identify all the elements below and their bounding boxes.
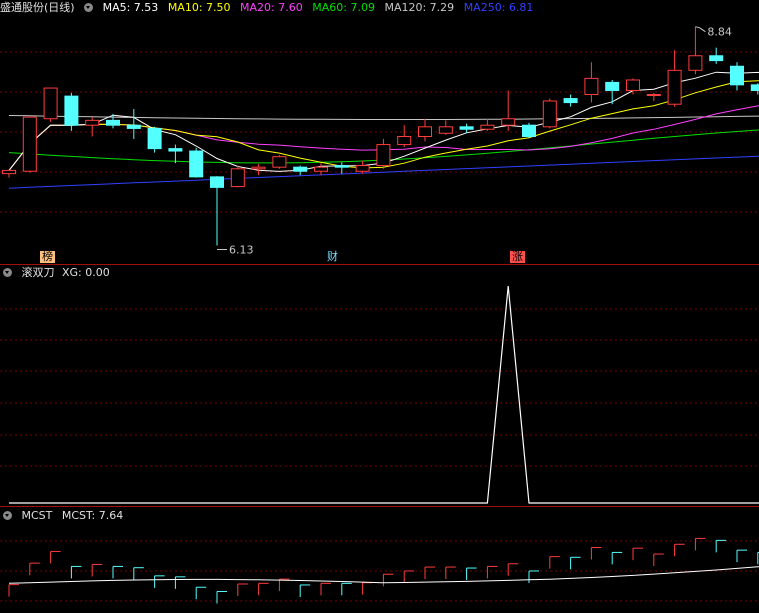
low-price-label: 6.13: [229, 244, 254, 257]
xg-value-label: XG: 0.00: [62, 266, 110, 279]
mcst-pane[interactable]: MCST MCST: 7.64: [0, 508, 759, 613]
ma120-label: MA120: 7.29: [384, 1, 455, 14]
candle-body: [522, 124, 536, 137]
ma10-label: MA10: 7.50: [167, 1, 231, 14]
event-tag-bang[interactable]: 榜: [40, 251, 55, 263]
candle-body: [709, 55, 724, 62]
ma5-label: MA5: 7.53: [102, 1, 159, 14]
candle-body: [605, 81, 620, 91]
candle-body: [626, 79, 640, 91]
collapse-icon[interactable]: [3, 511, 12, 520]
candle-body: [85, 119, 100, 126]
candle-body: [106, 119, 120, 126]
candle-body: [438, 126, 453, 134]
indicator-title: 滚双刀: [21, 266, 55, 279]
candle-body: [646, 94, 661, 97]
candle-body: [667, 69, 682, 105]
candle-body: [251, 166, 266, 170]
candle-body: [126, 124, 141, 129]
event-tag-zhang[interactable]: 涨: [510, 251, 525, 263]
candle-body: [64, 95, 79, 126]
candle-body: [563, 98, 578, 104]
stock-title: 盛通股份(日线): [0, 1, 75, 14]
candle-body: [272, 156, 287, 168]
kline-pane[interactable]: 盛通股份(日线) MA5: 7.53 MA10: 7.50 MA20: 7.60…: [0, 0, 759, 266]
xg-header: 滚双刀 XG: 0.00: [0, 265, 116, 281]
collapse-icon[interactable]: [3, 268, 12, 277]
kline-header: 盛通股份(日线) MA5: 7.53 MA10: 7.50 MA20: 7.60…: [0, 0, 539, 16]
collapse-icon[interactable]: [84, 3, 94, 12]
candle-body: [688, 55, 703, 71]
candle-body: [376, 144, 391, 167]
xg-chart[interactable]: [0, 265, 759, 506]
candle-body: [542, 100, 557, 128]
candle-body: [189, 150, 204, 178]
candle-body: [293, 166, 308, 172]
candle-body: [22, 116, 37, 172]
xg-pane[interactable]: 滚双刀 XG: 0.00: [0, 265, 759, 506]
candle-body: [584, 77, 599, 96]
candle-body: [168, 148, 183, 152]
candle-body: [314, 166, 328, 172]
candle-body: [501, 118, 516, 126]
ma60-label: MA60: 7.09: [312, 1, 375, 14]
mcst-header: MCST MCST: 7.64: [0, 508, 129, 524]
xg-signal-line: [9, 285, 759, 504]
candle-body: [2, 169, 16, 175]
candle-body: [334, 165, 349, 168]
ma20-label: MA20: 7.60: [240, 1, 303, 14]
candle-body: [210, 176, 224, 188]
candle-body: [43, 87, 58, 120]
candle-body: [480, 124, 495, 130]
high-marker-arrow: [695, 26, 706, 33]
event-tag-cai[interactable]: 财: [325, 251, 340, 263]
candle-body: [355, 165, 370, 172]
pane-divider-2[interactable]: [0, 506, 759, 507]
mcst-title: MCST: [21, 509, 53, 522]
ma120-line: [8, 115, 759, 120]
candle-body: [147, 127, 162, 150]
candle-body: [750, 84, 759, 91]
ma250-label: MA250: 6.81: [463, 1, 534, 14]
candle-body: [397, 136, 412, 146]
candle-body: [459, 126, 474, 130]
high-price-label: 8.84: [707, 26, 732, 39]
candle-body: [730, 65, 744, 86]
candle-body: [418, 126, 432, 138]
kline-chart[interactable]: 8.84 6.13: [0, 0, 759, 266]
candle-body: [230, 168, 245, 188]
mcst-value-label: MCST: 7.64: [61, 509, 124, 522]
